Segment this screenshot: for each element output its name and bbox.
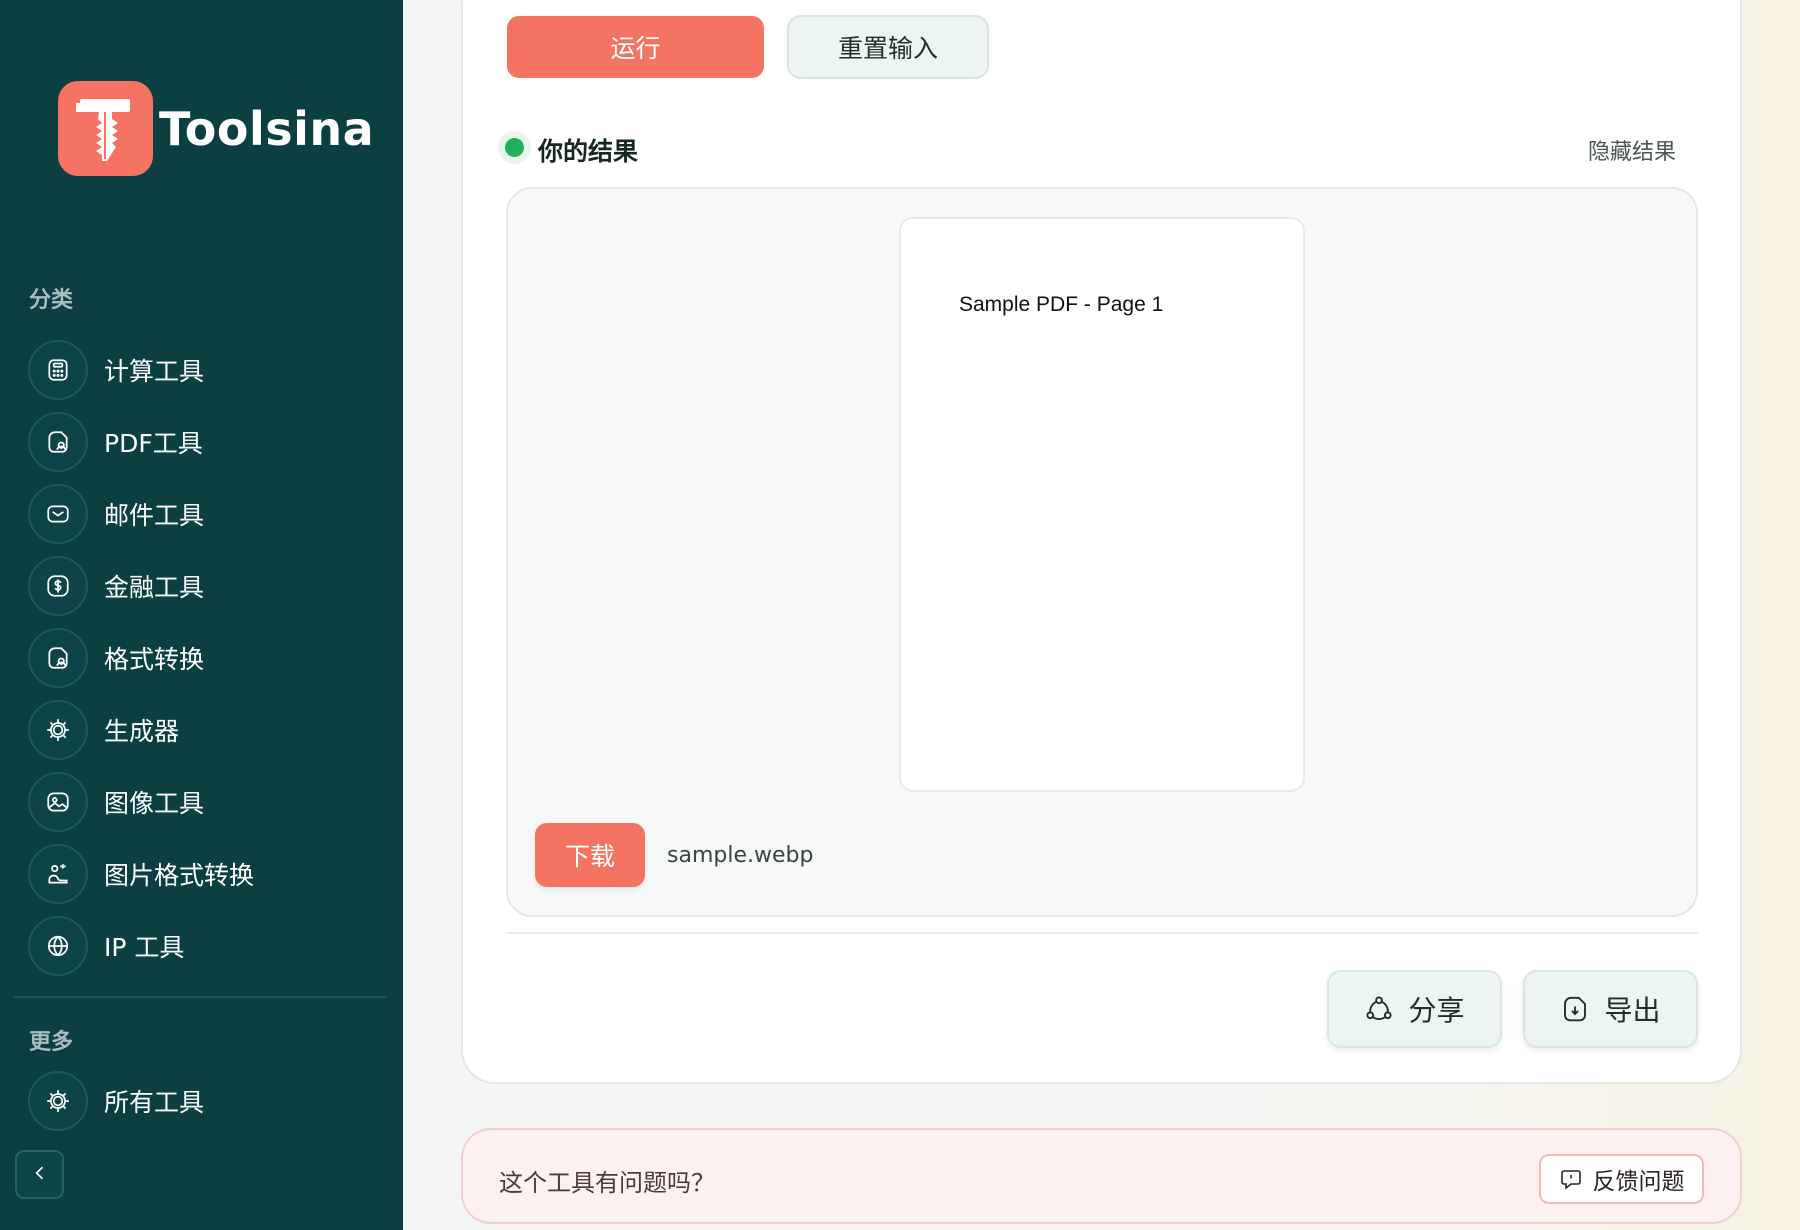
- sidebar-item-image-convert[interactable]: 图片格式转换: [28, 838, 388, 910]
- sidebar-item-label: 邮件工具: [104, 501, 205, 530]
- sidebar-scroll-edge: [28, 982, 88, 988]
- sidebar-item-label: 图像工具: [104, 789, 205, 818]
- sidebar: Toolsina 分类 计算工具 PDF工具 邮件工具 金融工具 格式转换 生成…: [0, 0, 403, 1230]
- globe-icon: [28, 916, 88, 976]
- sidebar-item-label: 格式转换: [104, 645, 205, 674]
- export-file-icon: [1560, 994, 1590, 1024]
- toolsina-logo-icon: [58, 81, 153, 176]
- categories-heading: 分类: [29, 288, 74, 313]
- sidebar-item-label: 图片格式转换: [104, 861, 255, 890]
- image-icon: [28, 772, 88, 832]
- feedback-question: 这个工具有问题吗？: [499, 1169, 715, 1197]
- message-alert-icon: [1559, 1167, 1583, 1191]
- pdf-preview-text: Sample PDF - Page 1: [959, 293, 1164, 316]
- brand-name: Toolsina: [159, 101, 375, 156]
- sidebar-item-all-tools[interactable]: 所有工具: [28, 1071, 204, 1131]
- sidebar-divider: [14, 996, 386, 998]
- run-button[interactable]: 运行: [507, 16, 764, 78]
- calculator-icon: [28, 340, 88, 400]
- sidebar-item-label: 金融工具: [104, 573, 205, 602]
- sidebar-item-image[interactable]: 图像工具: [28, 766, 388, 838]
- share-label: 分享: [1408, 994, 1465, 1027]
- result-title: 你的结果: [538, 137, 639, 166]
- card-divider: [506, 932, 1698, 934]
- sidebar-item-label: PDF工具: [104, 429, 203, 458]
- chevron-left-icon: [30, 1163, 50, 1187]
- pdf-file-icon: [28, 412, 88, 472]
- sidebar-item-mail[interactable]: 邮件工具: [28, 478, 388, 550]
- sidebar-item-label: 生成器: [104, 717, 180, 746]
- report-issue-label: 反馈问题: [1592, 1169, 1685, 1195]
- sidebar-item-calculator[interactable]: 计算工具: [28, 334, 388, 406]
- share-icon: [1364, 994, 1394, 1024]
- category-nav: 计算工具 PDF工具 邮件工具 金融工具 格式转换 生成器 图像工具 图片格式转…: [28, 334, 388, 982]
- sidebar-item-label: 计算工具: [104, 357, 205, 386]
- chip-icon: [28, 1071, 88, 1131]
- reset-input-button[interactable]: 重置输入: [787, 15, 989, 79]
- result-status-dot: [505, 138, 524, 157]
- report-issue-button[interactable]: 反馈问题: [1539, 1154, 1704, 1204]
- sidebar-item-ip[interactable]: IP 工具: [28, 910, 388, 982]
- export-label: 导出: [1604, 994, 1661, 1027]
- pdf-preview: Sample PDF - Page 1: [899, 217, 1305, 792]
- share-button[interactable]: 分享: [1327, 970, 1502, 1048]
- sidebar-item-label: IP 工具: [104, 933, 185, 962]
- hide-result-link[interactable]: 隐藏结果: [1588, 134, 1676, 166]
- sidebar-item-pdf[interactable]: PDF工具: [28, 406, 388, 478]
- chip-icon: [28, 700, 88, 760]
- sidebar-item-label: 所有工具: [104, 1088, 205, 1117]
- sidebar-item-format-convert[interactable]: 格式转换: [28, 622, 388, 694]
- file-convert-icon: [28, 628, 88, 688]
- collapse-sidebar-button[interactable]: [15, 1150, 64, 1199]
- feedback-bar: 这个工具有问题吗？ 反馈问题: [461, 1128, 1742, 1224]
- download-button[interactable]: 下载: [535, 823, 645, 887]
- brand-logo[interactable]: Toolsina: [58, 81, 374, 176]
- dollar-icon: [28, 556, 88, 616]
- image-convert-icon: [28, 844, 88, 904]
- export-button[interactable]: 导出: [1523, 970, 1698, 1048]
- sidebar-item-finance[interactable]: 金融工具: [28, 550, 388, 622]
- more-heading: 更多: [29, 1030, 74, 1055]
- mail-icon: [28, 484, 88, 544]
- output-filename: sample.webp: [667, 843, 814, 868]
- sidebar-item-generator[interactable]: 生成器: [28, 694, 388, 766]
